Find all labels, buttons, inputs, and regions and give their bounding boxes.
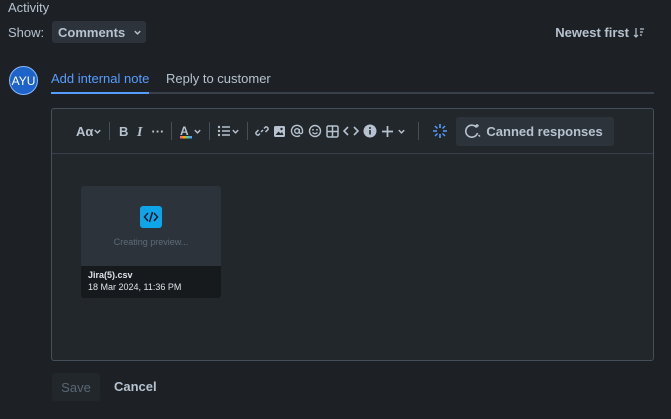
show-label: Show: bbox=[8, 25, 45, 40]
sort-icon bbox=[633, 27, 644, 38]
svg-text:I: I bbox=[136, 125, 143, 138]
sort-label: Newest first bbox=[555, 25, 629, 40]
attachment-preview: Creating preview... bbox=[81, 186, 221, 266]
save-button[interactable]: Save bbox=[52, 373, 100, 401]
more-formatting-button[interactable]: ··· bbox=[151, 124, 164, 139]
emoji-icon[interactable] bbox=[308, 124, 322, 138]
image-icon[interactable] bbox=[273, 125, 286, 138]
canned-responses-button[interactable]: Canned responses bbox=[456, 116, 614, 146]
mention-icon[interactable] bbox=[290, 124, 304, 138]
text-style-label: Aα bbox=[76, 123, 94, 139]
avatar: AYU bbox=[9, 66, 38, 95]
attachment-meta: Jira(5).csv 18 Mar 2024, 11:36 PM bbox=[81, 266, 221, 298]
toolbar-divider bbox=[418, 122, 420, 140]
code-icon[interactable] bbox=[343, 125, 360, 137]
tab-add-internal-note[interactable]: Add internal note bbox=[51, 71, 150, 94]
toolbar-divider bbox=[247, 122, 249, 140]
plus-icon bbox=[382, 125, 394, 137]
chevron-down-icon bbox=[194, 129, 202, 134]
chevron-down-icon bbox=[232, 129, 240, 134]
svg-text:B: B bbox=[119, 124, 128, 138]
toolbar-divider bbox=[109, 122, 111, 140]
show-filter-dropdown[interactable]: Comments bbox=[52, 21, 146, 43]
chevron-down-icon bbox=[94, 129, 102, 134]
toolbar-divider bbox=[171, 122, 173, 140]
chevron-down-icon bbox=[134, 30, 141, 35]
attachment-file-name: Jira(5).csv bbox=[88, 270, 133, 280]
chevron-down-icon bbox=[398, 129, 406, 134]
sort-button[interactable]: Newest first bbox=[555, 25, 645, 40]
code-file-icon bbox=[140, 205, 162, 228]
italic-icon[interactable]: I bbox=[135, 124, 147, 138]
canned-icon bbox=[465, 124, 481, 138]
info-icon[interactable] bbox=[363, 124, 377, 138]
show-filter-value: Comments bbox=[58, 24, 126, 40]
ai-sparkle-icon[interactable] bbox=[432, 123, 448, 139]
toolbar-divider bbox=[209, 122, 211, 140]
link-icon[interactable] bbox=[255, 124, 270, 138]
editor-toolbar: Aα B I ··· A Canned responses bbox=[52, 109, 653, 154]
svg-text:A: A bbox=[180, 124, 189, 138]
activity-title: Activity bbox=[8, 0, 50, 15]
cancel-button[interactable]: Cancel bbox=[114, 379, 157, 394]
bold-icon[interactable]: B bbox=[117, 124, 131, 138]
preview-status: Creating preview... bbox=[113, 236, 189, 247]
tab-reply-to-customer[interactable]: Reply to customer bbox=[166, 71, 271, 86]
comment-editor[interactable]: Aα B I ··· A Canned responses Creating p… bbox=[51, 108, 654, 361]
text-style-dropdown[interactable]: Aα bbox=[76, 124, 102, 139]
more-formatting-label: ··· bbox=[151, 123, 165, 139]
comment-tabs: Add internal note Reply to customer bbox=[51, 63, 654, 94]
attachment-date: 18 Mar 2024, 11:36 PM bbox=[88, 282, 182, 292]
table-icon[interactable] bbox=[326, 124, 340, 138]
canned-responses-label: Canned responses bbox=[486, 123, 603, 139]
text-color-icon[interactable]: A bbox=[179, 124, 202, 139]
insert-more-button[interactable] bbox=[381, 125, 406, 138]
attachment-card[interactable]: Creating preview... Jira(5).csv 18 Mar 2… bbox=[81, 186, 221, 298]
list-icon[interactable] bbox=[217, 125, 240, 137]
